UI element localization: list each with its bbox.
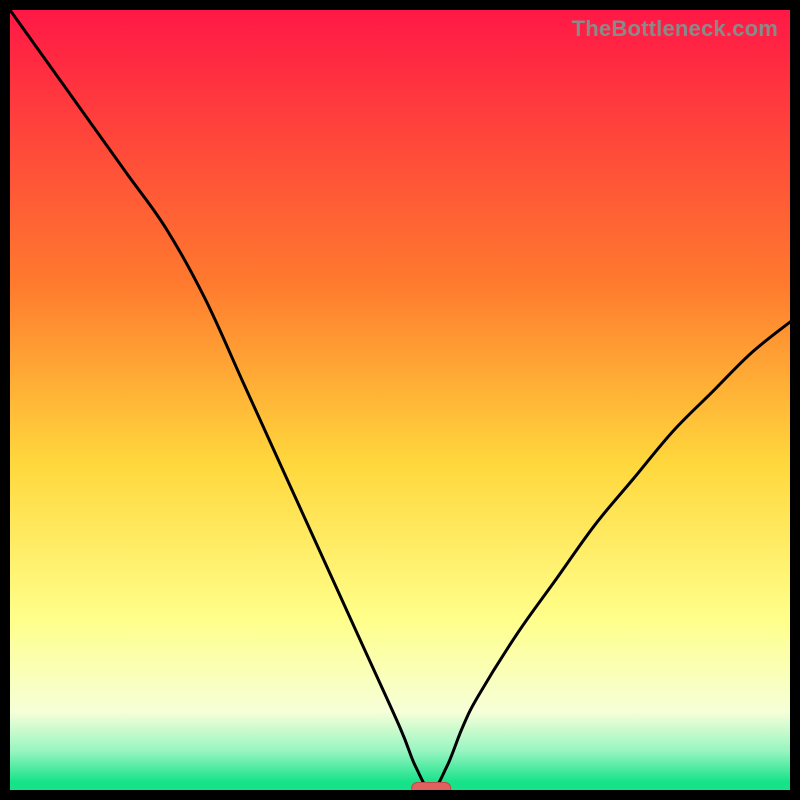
bottleneck-chart xyxy=(10,10,790,790)
watermark-text: TheBottleneck.com xyxy=(572,16,778,42)
optimal-marker xyxy=(412,783,451,790)
gradient-background xyxy=(10,10,790,790)
chart-frame: TheBottleneck.com xyxy=(10,10,790,790)
